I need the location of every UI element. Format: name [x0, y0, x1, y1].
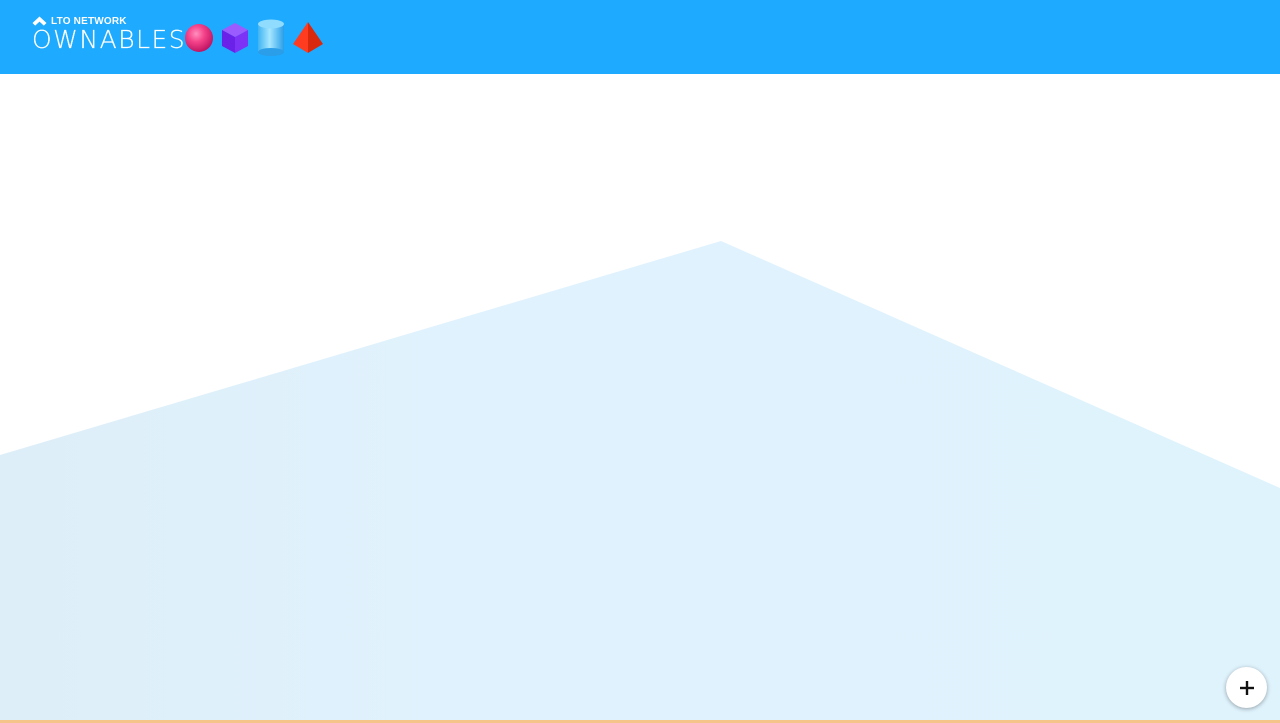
app-page: LTO NETWORK OWNABLES	[0, 0, 1280, 723]
ownables-wordmark: OWNABLES	[32, 25, 187, 54]
cube-icon	[222, 23, 248, 53]
pyramid-icon	[293, 22, 323, 53]
sphere-icon	[185, 24, 213, 52]
plus-icon	[1239, 680, 1254, 695]
app-header: LTO NETWORK OWNABLES	[0, 0, 1280, 74]
add-ownable-button[interactable]	[1226, 667, 1267, 708]
cylinder-icon	[258, 19, 284, 56]
ownable-3d-scene	[0, 74, 1280, 723]
